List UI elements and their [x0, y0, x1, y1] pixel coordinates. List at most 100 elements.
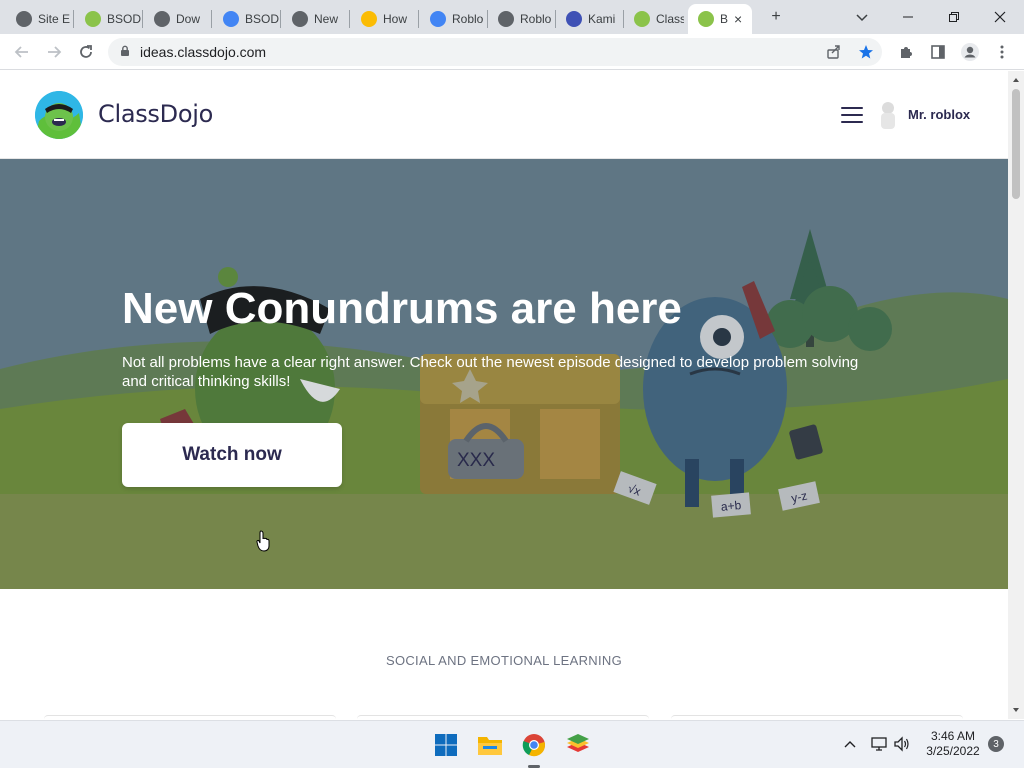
hero-title: New Conundrums are here [122, 284, 682, 333]
forward-button[interactable] [40, 38, 68, 66]
globe-icon [154, 11, 170, 27]
tab-label: Site E [38, 12, 71, 26]
hero-subtitle: Not all problems have a clear right answ… [122, 354, 859, 390]
volume-icon[interactable] [893, 736, 911, 752]
share-icon [827, 45, 840, 59]
file-explorer-icon [478, 737, 502, 755]
brand-name[interactable]: ClassDojo [98, 100, 213, 128]
kebab-menu-icon [1000, 45, 1004, 59]
user-avatar[interactable] [878, 101, 898, 131]
tab-label: Dow [176, 12, 201, 26]
classdojo-logo[interactable] [35, 91, 83, 139]
browser-tab[interactable]: B × [688, 4, 752, 34]
new-tab-button[interactable]: + [756, 4, 796, 30]
arrow-right-icon [48, 46, 62, 58]
tab-separator [280, 10, 281, 28]
tab-separator [142, 10, 143, 28]
classdojo-icon [698, 11, 714, 27]
globe-icon [16, 11, 32, 27]
tab-separator [418, 10, 419, 28]
arrow-left-icon [14, 46, 28, 58]
star-icon [859, 45, 873, 59]
close-window-button[interactable] [980, 4, 1020, 30]
side-panel-button[interactable] [926, 40, 950, 64]
share-button[interactable] [822, 40, 846, 64]
tab-label: Class [656, 12, 684, 26]
tab-separator [211, 10, 212, 28]
windows-start-button[interactable] [430, 729, 462, 761]
tab-separator [349, 10, 350, 28]
section-heading: SOCIAL AND EMOTIONAL LEARNING [385, 653, 622, 668]
tab-label: How [383, 12, 408, 26]
address-bar[interactable]: ideas.classdojo.com [108, 38, 882, 66]
user-name[interactable]: Mr. roblox [908, 107, 970, 122]
extensions-button[interactable] [894, 40, 918, 64]
browser-tab[interactable]: Class [624, 4, 684, 34]
browser-tab[interactable]: Roblo [420, 4, 486, 34]
network-icon[interactable] [870, 736, 888, 752]
scrollbar-thumb[interactable] [1012, 89, 1020, 199]
scroll-up-arrow-icon[interactable] [1008, 75, 1024, 85]
hamburger-menu-icon[interactable] [841, 107, 863, 123]
puzzle-icon [901, 47, 912, 58]
content-card[interactable] [671, 715, 963, 719]
scroll-down-arrow-icon[interactable] [1008, 705, 1024, 715]
browser-tab[interactable]: BSOD [75, 4, 141, 34]
restore-button[interactable] [934, 4, 974, 30]
tab-separator [73, 10, 74, 28]
clock-time: 3:46 AM [930, 729, 976, 743]
kami-icon [566, 11, 582, 27]
content-card[interactable] [357, 715, 649, 719]
chevron-down-icon [856, 14, 868, 22]
chrome-taskbar-button[interactable] [518, 729, 550, 768]
bluestacks-button[interactable] [562, 729, 594, 761]
reload-button[interactable] [72, 38, 100, 66]
tab-label: BSOD [107, 12, 141, 26]
play-store-icon [430, 11, 446, 27]
browser-tab[interactable]: Roblo [488, 4, 554, 34]
classdojo-icon [634, 11, 650, 27]
url-text: ideas.classdojo.com [140, 44, 267, 60]
page-viewport: ClassDojo Mr. roblox XXX √x a+b y-z New … [0, 71, 1008, 719]
watch-now-label: Watch now [182, 444, 282, 465]
restore-icon [949, 12, 959, 22]
hand-cursor-icon [256, 530, 270, 552]
system-clock[interactable]: 3:46 AM 3/25/2022 [918, 729, 988, 759]
profile-button[interactable] [958, 40, 982, 64]
hero-banner: XXX √x a+b y-z New Conundrums are here N… [0, 159, 1008, 589]
profile-icon [961, 43, 979, 61]
browser-tab[interactable]: Kami [556, 4, 622, 34]
tab-search-button[interactable] [842, 4, 882, 30]
minimize-button[interactable] [888, 4, 928, 30]
how-favicon [361, 11, 377, 27]
plus-icon: + [771, 8, 781, 25]
browser-tab-strip: Site E BSOD Dow BSOD New How Roblo Roblo Kami Cla… [0, 0, 1024, 34]
roblox-icon [498, 11, 514, 27]
tab-label: New [314, 12, 339, 26]
browser-tab[interactable]: New [282, 4, 348, 34]
bookmark-star-button[interactable] [854, 40, 878, 64]
chrome-icon [522, 734, 545, 757]
browser-tab[interactable]: BSOD [213, 4, 279, 34]
back-button[interactable] [8, 38, 36, 66]
browser-toolbar: ideas.classdojo.com [0, 34, 1024, 70]
watch-now-button[interactable]: Watch now [122, 423, 342, 487]
chevron-up-icon[interactable] [843, 739, 857, 749]
close-tab-icon[interactable]: × [734, 11, 742, 27]
clock-date: 3/25/2022 [926, 744, 980, 758]
content-card[interactable] [44, 715, 336, 719]
lock-icon [120, 45, 130, 60]
browser-tab[interactable]: How [351, 4, 417, 34]
vertical-scrollbar[interactable] [1008, 71, 1024, 719]
close-icon [994, 11, 1006, 23]
tab-label: Roblo [520, 12, 552, 26]
bluestacks-icon [567, 734, 589, 752]
bsod-favicon [85, 11, 101, 27]
chrome-menu-button[interactable] [990, 40, 1014, 64]
file-explorer-button[interactable] [474, 729, 506, 761]
tab-label: Roblo [452, 12, 484, 26]
notification-badge[interactable]: 3 [988, 736, 1004, 752]
browser-tab[interactable]: Site E [6, 4, 72, 34]
browser-tab[interactable]: Dow [144, 4, 210, 34]
windows-start-icon [435, 734, 457, 756]
